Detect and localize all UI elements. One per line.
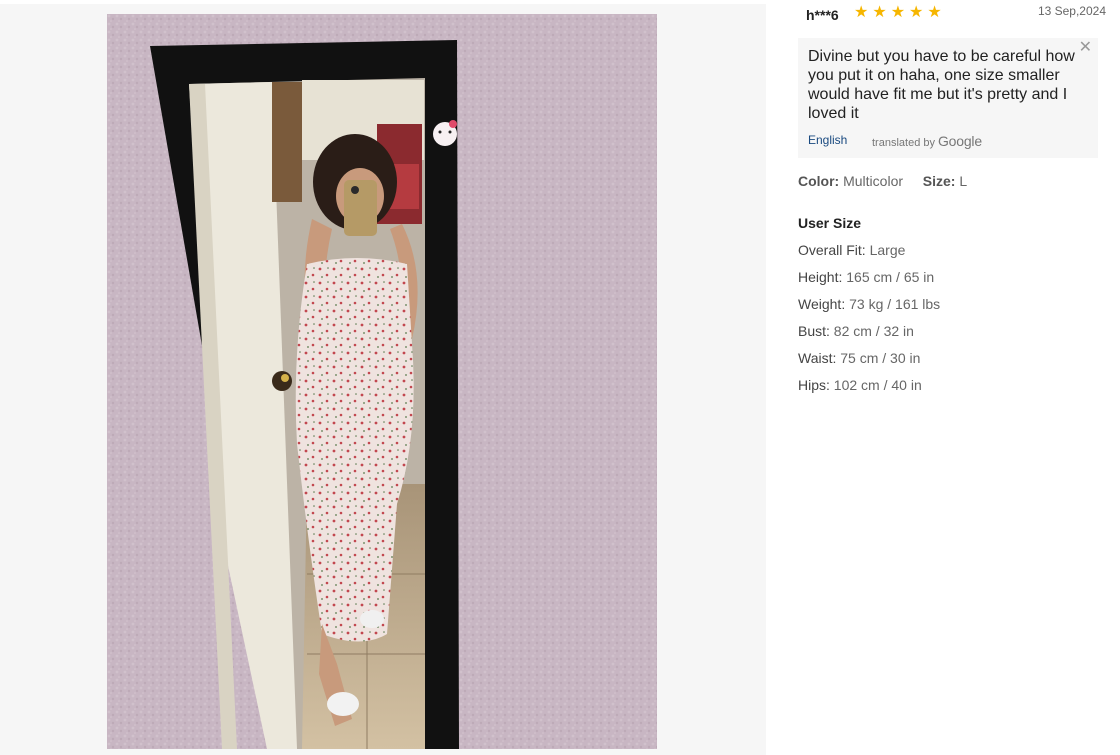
review-panel: h***6 ★ ★ ★ ★ ★ 13 Sep,2024 ✕ Divine but… (766, 0, 1120, 755)
reviewer-name: h***6 (806, 7, 839, 23)
size-item-height: Height: 165 cm / 65 in (798, 269, 935, 285)
translated-by-label: translated by (872, 137, 935, 149)
translation-attribution: translated by Google (872, 133, 982, 149)
size-value: L (959, 173, 968, 189)
star-icon: ★ (927, 4, 942, 21)
size-item-hips: Hips: 102 cm / 40 in (798, 377, 922, 393)
close-icon[interactable]: ✕ (1079, 39, 1092, 57)
review-comment: Divine but you have to be careful how yo… (808, 48, 1075, 122)
star-icon: ★ (909, 4, 924, 21)
star-icon: ★ (890, 4, 906, 21)
size-item-weight: Weight: 73 kg / 161 lbs (798, 296, 941, 312)
rating-stars: ★ ★ ★ ★ ★ (854, 4, 942, 22)
size-item-bust: Bust: 82 cm / 32 in (798, 323, 914, 339)
user-size-list: Overall Fit: Large Height: 165 cm / 65 i… (798, 242, 940, 404)
review-photo[interactable] (107, 14, 657, 749)
divider (0, 0, 766, 4)
purchase-attributes: Color: Multicolor Size: L (798, 173, 967, 189)
review-comment-box: ✕ Divine but you have to be careful how … (798, 38, 1098, 158)
color-value: Multicolor (843, 173, 904, 189)
size-item-waist: Waist: 75 cm / 30 in (798, 350, 921, 366)
star-icon: ★ (854, 4, 869, 21)
user-size-heading: User Size (798, 215, 862, 231)
color-label: Color: (798, 173, 840, 189)
size-item-overall-fit: Overall Fit: Large (798, 242, 906, 258)
review-date: 13 Sep,2024 (1037, 4, 1106, 18)
size-label: Size: (922, 173, 956, 189)
google-logo: Google (937, 133, 982, 149)
language-link[interactable]: English (808, 133, 847, 147)
star-icon: ★ (872, 4, 887, 21)
photo-panel (0, 0, 766, 755)
review-viewer: h***6 ★ ★ ★ ★ ★ 13 Sep,2024 ✕ Divine but… (0, 0, 1120, 755)
